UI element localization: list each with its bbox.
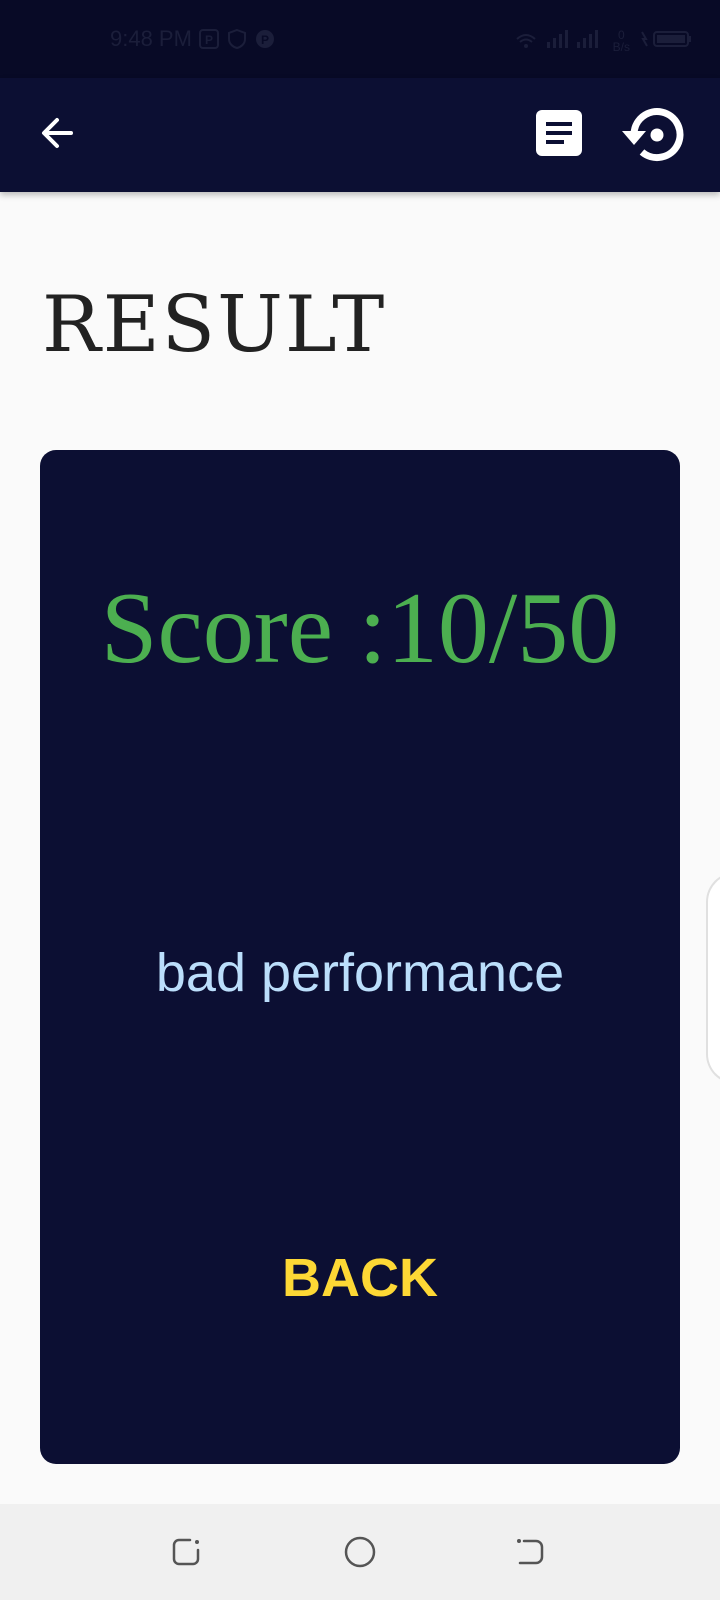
svg-text:P: P <box>205 33 213 47</box>
parking-app-icon: P <box>198 28 220 50</box>
shield-icon <box>226 28 248 50</box>
result-card: Score :10/50 bad performance BACK <box>40 450 680 1464</box>
wifi-icon <box>515 30 537 52</box>
arrow-back-icon <box>37 113 77 158</box>
back-icon <box>514 1536 546 1573</box>
notes-button[interactable] <box>532 108 586 162</box>
battery-icon <box>638 28 694 53</box>
page-title: RESULT <box>42 280 387 370</box>
status-left: 9:48 PM P P <box>110 26 276 52</box>
recent-apps-icon <box>170 1536 202 1573</box>
back-text-button[interactable]: BACK <box>260 1238 460 1318</box>
edge-panel-handle[interactable] <box>706 872 720 1084</box>
restart-button[interactable] <box>620 102 690 172</box>
home-button[interactable] <box>338 1532 382 1576</box>
score-text: Score :10/50 <box>100 572 620 685</box>
performance-text: bad performance <box>155 943 565 1003</box>
back-button[interactable] <box>30 108 84 162</box>
notes-icon <box>536 109 582 161</box>
status-time: 9:48 PM <box>110 26 192 51</box>
status-bar: 9:48 PM P P 0 B/s <box>0 0 720 78</box>
network-speed-value: 0 <box>617 27 625 42</box>
restart-icon <box>620 100 690 175</box>
home-icon <box>342 1534 378 1575</box>
network-speed-unit: B/s <box>612 39 630 54</box>
recent-apps-button[interactable] <box>164 1532 208 1576</box>
navigation-bar <box>0 1504 720 1600</box>
system-back-button[interactable] <box>508 1532 552 1576</box>
p-app-icon: P <box>254 28 276 50</box>
svg-text:P: P <box>261 33 269 47</box>
status-right: 0 B/s <box>515 28 694 53</box>
network-speed: 0 B/s <box>613 29 630 53</box>
app-bar <box>0 78 720 192</box>
signal-icon <box>545 28 605 53</box>
